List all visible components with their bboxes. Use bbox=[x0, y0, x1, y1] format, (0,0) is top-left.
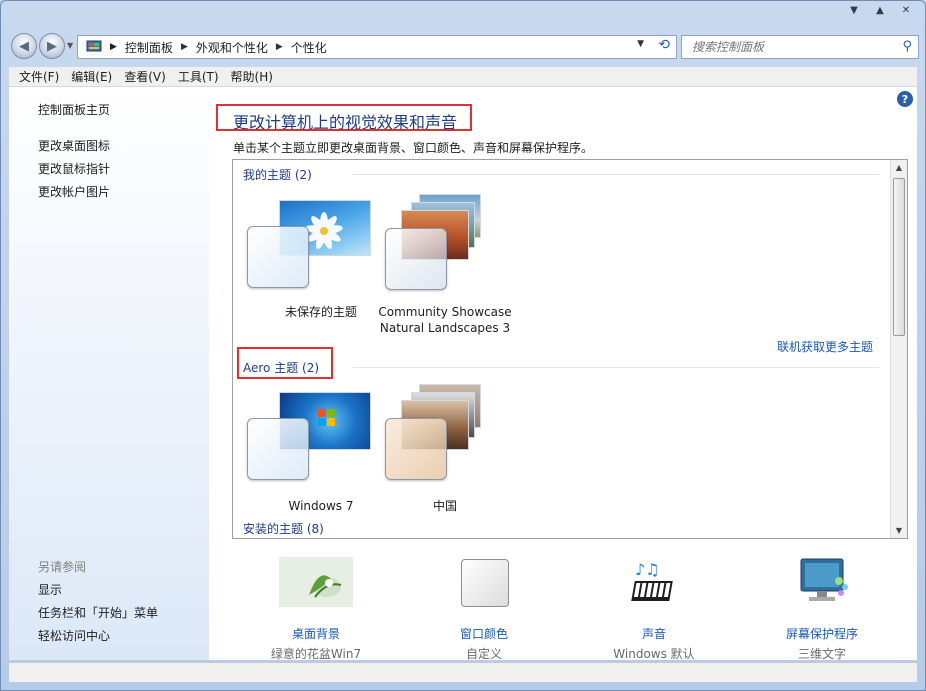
sidebar-ease-of-access[interactable]: 轻松访问中心 bbox=[38, 627, 110, 644]
maximize-icon[interactable]: ▲ bbox=[867, 1, 893, 19]
theme-list[interactable]: 我的主题 (2) 未保存的主题 Community Showcase Natur… bbox=[232, 159, 908, 539]
arrow-left-icon: ◀ bbox=[19, 38, 29, 54]
status-bar bbox=[9, 662, 917, 682]
caption-buttons: ▼ ▲ ✕ bbox=[841, 1, 919, 19]
glass-color-swatch bbox=[385, 228, 447, 290]
scroll-down-icon[interactable]: ▼ bbox=[891, 526, 907, 535]
content-area: 控制面板主页 更改桌面图标 更改鼠标指针 更改帐户图片 另请参阅 显示 任务栏和… bbox=[9, 87, 917, 661]
theme-name-line2: Natural Landscapes 3 bbox=[379, 321, 511, 335]
menu-tools[interactable]: 工具(T) bbox=[172, 68, 225, 85]
history-dropdown-icon[interactable]: ▼ bbox=[67, 41, 73, 50]
desktop-background-value: 绿意的花盆Win7 bbox=[270, 647, 362, 661]
navigation-bar: ◀ ▶ ▼ ▶ 控制面板 ▶ 外观和个性化 ▶ 个性化 ▼ ⟲ ⚲ bbox=[9, 31, 919, 61]
theme-community-showcase[interactable]: Community Showcase Natural Landscapes 3 bbox=[365, 194, 525, 336]
scrollbar-thumb[interactable] bbox=[893, 178, 905, 336]
personalization-window: ▼ ▲ ✕ ◀ ▶ ▼ ▶ 控制面板 ▶ 外观和个性化 ▶ 个性化 ▼ ⟲ 搜索… bbox=[0, 0, 926, 691]
refresh-icon[interactable]: ⟲ bbox=[658, 37, 670, 53]
search-box[interactable]: ⚲ bbox=[681, 35, 919, 59]
glass-color-swatch bbox=[385, 418, 447, 480]
menu-view[interactable]: 查看(V) bbox=[118, 68, 172, 85]
back-button[interactable]: ◀ bbox=[11, 33, 37, 59]
breadcrumb-appearance[interactable]: 外观和个性化 bbox=[196, 39, 268, 56]
sidebar-taskbar-start[interactable]: 任务栏和「开始」菜单 bbox=[38, 604, 158, 621]
chevron-right-icon[interactable]: ▶ bbox=[276, 42, 283, 52]
theme-list-scrollbar[interactable]: ▲ ▼ bbox=[890, 160, 907, 538]
page-title: 更改计算机上的视觉效果和声音 bbox=[233, 113, 458, 132]
screen-saver-value: 三维文字 bbox=[797, 647, 846, 661]
svg-text:♪♫: ♪♫ bbox=[635, 560, 660, 579]
group-installed-themes[interactable]: 安装的主题 (8) bbox=[243, 520, 324, 537]
sound-icon: ♪♫ bbox=[631, 560, 673, 601]
scroll-up-icon[interactable]: ▲ bbox=[891, 163, 907, 172]
screen-saver-label[interactable]: 屏幕保护程序 bbox=[747, 625, 897, 642]
close-icon[interactable]: ✕ bbox=[893, 1, 919, 19]
arrow-right-icon: ▶ bbox=[47, 38, 57, 54]
minimize-icon[interactable]: ▼ bbox=[841, 1, 867, 19]
window-color-value: 自定义 bbox=[465, 647, 502, 661]
forward-button[interactable]: ▶ bbox=[39, 33, 65, 59]
sidebar-change-mouse-pointer[interactable]: 更改鼠标指针 bbox=[38, 160, 110, 177]
see-also-heading: 另请参阅 bbox=[38, 560, 87, 574]
sounds-label[interactable]: 声音 bbox=[579, 625, 729, 642]
sidebar: 控制面板主页 更改桌面图标 更改鼠标指针 更改帐户图片 另请参阅 显示 任务栏和… bbox=[9, 87, 209, 660]
sidebar-display[interactable]: 显示 bbox=[38, 581, 62, 598]
chevron-right-icon: ▶ bbox=[110, 42, 117, 52]
group-divider bbox=[353, 174, 879, 175]
address-bar[interactable]: ▶ 控制面板 ▶ 外观和个性化 ▶ 个性化 ▼ ⟲ bbox=[77, 35, 677, 59]
menu-help[interactable]: 帮助(H) bbox=[225, 68, 279, 85]
page-description: 单击某个主题立即更改桌面背景、窗口颜色、声音和屏幕保护程序。 bbox=[233, 141, 594, 155]
window-color-label[interactable]: 窗口颜色 bbox=[409, 625, 559, 642]
address-dropdown-icon[interactable]: ▼ bbox=[637, 39, 644, 49]
group-divider bbox=[353, 367, 879, 368]
menu-edit[interactable]: 编辑(E) bbox=[65, 68, 118, 85]
search-icon[interactable]: ⚲ bbox=[902, 39, 912, 54]
window-color-icon bbox=[461, 559, 509, 607]
sounds-value: Windows 默认 bbox=[613, 647, 695, 661]
sidebar-change-desktop-icons[interactable]: 更改桌面图标 bbox=[38, 137, 110, 154]
sidebar-change-account-picture[interactable]: 更改帐户图片 bbox=[38, 183, 110, 200]
screen-saver-icon bbox=[800, 558, 848, 601]
get-more-themes-online-link[interactable]: 联机获取更多主题 bbox=[777, 338, 873, 355]
breadcrumb: 控制面板 ▶ 外观和个性化 ▶ 个性化 bbox=[125, 39, 327, 56]
theme-name: 中国 bbox=[432, 499, 457, 513]
desktop-background-icon bbox=[279, 557, 353, 607]
control-panel-icon bbox=[86, 40, 102, 52]
group-aero-themes[interactable]: Aero 主题 (2) bbox=[243, 359, 319, 376]
group-my-themes[interactable]: 我的主题 (2) bbox=[243, 166, 312, 183]
help-icon[interactable]: ? bbox=[897, 91, 913, 107]
breadcrumb-personalization[interactable]: 个性化 bbox=[291, 39, 327, 56]
theme-name-line1: Community Showcase bbox=[378, 305, 512, 319]
menu-file[interactable]: 文件(F) bbox=[13, 68, 65, 85]
glass-color-swatch bbox=[247, 418, 309, 480]
sidebar-control-panel-home[interactable]: 控制面板主页 bbox=[38, 101, 110, 118]
breadcrumb-control-panel[interactable]: 控制面板 bbox=[125, 39, 173, 56]
chevron-right-icon[interactable]: ▶ bbox=[181, 42, 188, 52]
menu-bar: 文件(F) 编辑(E) 查看(V) 工具(T) 帮助(H) bbox=[9, 67, 917, 87]
theme-name: Community Showcase Natural Landscapes 3 bbox=[365, 304, 525, 336]
search-input[interactable] bbox=[692, 40, 892, 54]
theme-china[interactable]: 中国 bbox=[365, 384, 525, 530]
glass-color-swatch bbox=[247, 226, 309, 288]
desktop-background-label[interactable]: 桌面背景 bbox=[241, 625, 391, 642]
